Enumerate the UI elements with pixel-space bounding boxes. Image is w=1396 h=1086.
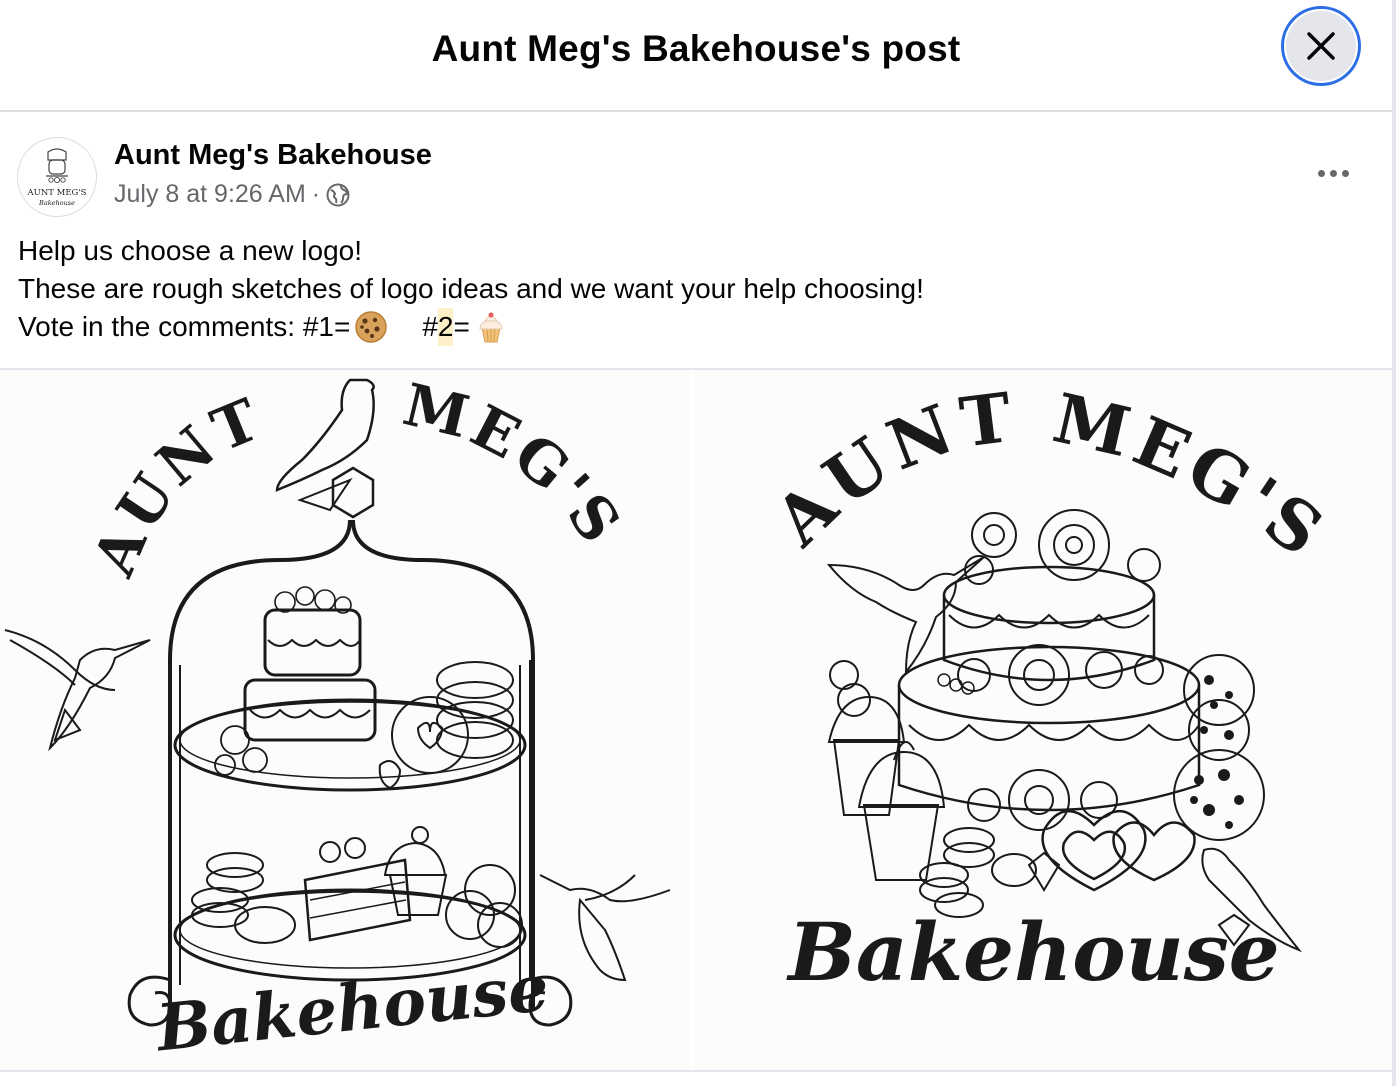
- photo-1-logo-sketch[interactable]: AUNT MEG'S Bakehouse: [0, 370, 690, 1070]
- meta-separator: ·: [311, 180, 321, 208]
- page-avatar[interactable]: AUNT MEG'S Bakehouse: [17, 137, 97, 217]
- avatar-logo-image: AUNT MEG'S Bakehouse: [19, 139, 95, 215]
- close-button-inner[interactable]: [1286, 11, 1356, 81]
- dialog-header: Aunt Meg's Bakehouse's post: [0, 0, 1392, 112]
- vote-option-2-prefix: #: [422, 311, 438, 342]
- svg-text:MEG'S: MEG'S: [397, 370, 636, 558]
- post-text-line-3: Vote in the comments: #1= #2 =: [18, 308, 924, 346]
- avatar-text-top: AUNT MEG'S: [27, 188, 87, 198]
- cookie-emoji: [355, 311, 388, 343]
- photo-1-image: AUNT MEG'S Bakehouse: [4, 370, 671, 1067]
- close-icon: [1307, 32, 1335, 60]
- close-button[interactable]: [1281, 6, 1361, 86]
- more-options-dot: [1341, 169, 1349, 177]
- photo-grid-bottom-border: [0, 1070, 1392, 1072]
- photo-2-logo-sketch[interactable]: AUNT MEG'S Bakehouse: [694, 370, 1392, 1070]
- avatar-text-bottom: Bakehouse: [38, 199, 75, 207]
- post-text-line-1: Help us choose a new logo!: [18, 235, 362, 266]
- logo-2-script-text: Bakehouse: [786, 905, 1279, 999]
- svg-text:AUNT: AUNT: [79, 384, 272, 586]
- post-text: Help us choose a new logo! These are rou…: [18, 232, 924, 346]
- post-timestamp[interactable]: July 8 at 9:26 AM: [114, 180, 306, 209]
- cupcake-emoji: [479, 312, 503, 343]
- dialog-title: Aunt Meg's Bakehouse's post: [431, 28, 961, 69]
- globe-icon[interactable]: [326, 183, 350, 207]
- photo-grid-gutter: [690, 370, 694, 1070]
- svg-text:AUNT MEG'S: AUNT MEG'S: [759, 377, 1342, 576]
- highlighted-number: 2: [437, 308, 454, 346]
- logo-2-arc-text: AUNT MEG'S: [759, 377, 1336, 576]
- vote-option-2-equals: =: [453, 311, 470, 342]
- vote-label: Vote in the comments: #1=: [18, 311, 351, 342]
- photo-2-image: AUNT MEG'S Bakehouse: [759, 377, 1342, 999]
- more-options-dot: [1329, 169, 1337, 177]
- scrollbar-track[interactable]: [1392, 0, 1396, 1086]
- logo-1-arc-right: MEG'S: [397, 370, 632, 558]
- page-name-link[interactable]: Aunt Meg's Bakehouse: [114, 139, 432, 172]
- photo-grid: AUNT MEG'S Bakehouse AUNT MEG'S Bakehous…: [0, 370, 1392, 1070]
- more-options-icon: [1317, 169, 1325, 177]
- post-text-line-2: These are rough sketches of logo ideas a…: [18, 273, 924, 304]
- logo-1-arc-left: AUNT: [79, 384, 268, 586]
- more-options-button[interactable]: [1306, 158, 1360, 188]
- post-meta: July 8 at 9:26 AM ·: [114, 180, 350, 209]
